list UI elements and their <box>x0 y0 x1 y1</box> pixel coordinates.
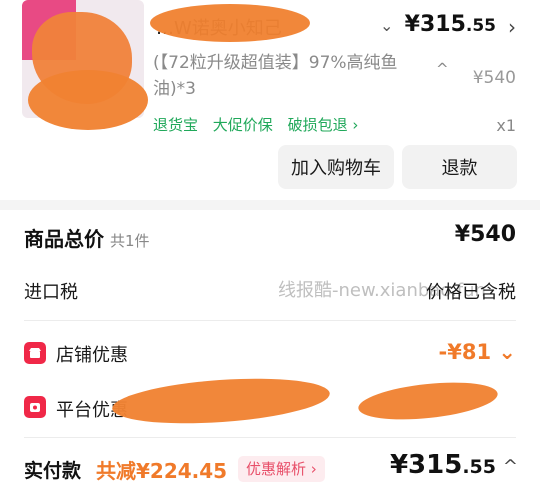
redaction-scribble <box>356 376 500 426</box>
import-tax-label: 进口税 <box>24 282 78 303</box>
import-tax-value: 价格已含税 <box>426 282 516 303</box>
discount-analysis-tag[interactable]: 优惠解析 › <box>238 456 325 482</box>
payment-label: 实付款 <box>24 460 82 482</box>
redaction-scribble <box>150 4 310 42</box>
platform-discount-icon <box>24 396 46 418</box>
service-price-protect: 大促价保 <box>212 116 273 134</box>
add-to-cart-button[interactable]: 加入购物车 <box>278 145 394 189</box>
chevron-right-icon[interactable]: › <box>508 15 516 39</box>
redaction-scribble <box>28 70 148 130</box>
store-icon <box>24 342 46 364</box>
total-count: 共1件 <box>110 232 150 250</box>
total-saving: 共减¥224.45 <box>96 459 228 483</box>
chevron-up-icon[interactable]: ^ <box>503 456 518 477</box>
service-guarantees[interactable]: 退货宝 大促价保 破损包退 › <box>153 114 368 135</box>
final-price: ¥315.55 <box>389 450 496 480</box>
chevron-down-icon[interactable]: ⌄ <box>380 16 393 35</box>
chevron-up-icon[interactable]: ^ <box>436 60 449 78</box>
section-divider <box>0 200 540 210</box>
item-price: ¥315.55 <box>404 12 496 37</box>
divider <box>24 437 516 438</box>
store-discount-label: 店铺优惠 <box>56 345 128 366</box>
service-damage-return: 破损包退 › <box>287 116 359 134</box>
quantity: x1 <box>496 116 516 135</box>
store-discount-value[interactable]: -¥81 ⌄ <box>439 340 516 364</box>
service-return-insurance: 退货宝 <box>153 116 199 134</box>
original-price: ¥540 <box>472 68 516 88</box>
redaction-scribble <box>110 372 332 430</box>
divider <box>24 320 516 321</box>
refund-button[interactable]: 退款 <box>402 145 517 189</box>
product-spec: (【72粒升级超值装】97%高纯鱼油)*3 <box>153 53 398 99</box>
total-value: ¥540 <box>454 222 516 247</box>
total-label: 商品总价 共1件 <box>24 227 150 251</box>
